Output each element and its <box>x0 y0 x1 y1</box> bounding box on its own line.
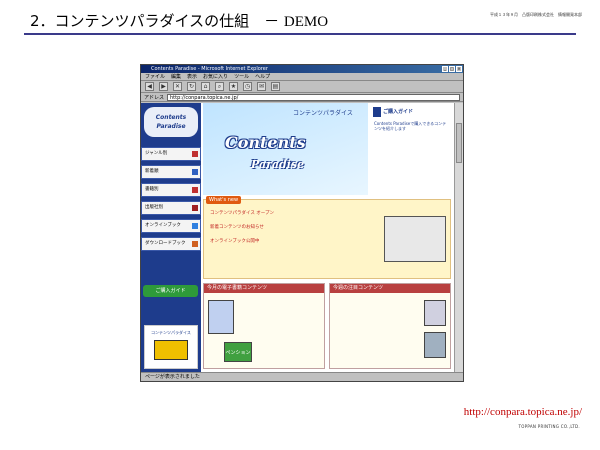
whats-new-tag: What's new <box>206 196 242 204</box>
browser-menubar: ファイル 編集 表示 お気に入り ツール ヘルプ <box>141 73 463 81</box>
address-bar: アドレス http://conpara.topica.ne.jp/ <box>141 93 463 102</box>
side-item-label: オンラインブック <box>145 223 181 228</box>
book-cover-thumbnail[interactable] <box>208 300 234 334</box>
side-item-label: 新着順 <box>145 169 159 174</box>
back-icon[interactable]: ◀ <box>145 82 154 91</box>
banner-logo-paradise: Paradise <box>251 158 305 171</box>
site-logo[interactable]: Contents Paradise <box>144 107 198 137</box>
footer-company: TOPPAN PRINTING CO.,LTD. <box>518 424 580 429</box>
print-icon[interactable]: ▤ <box>271 82 280 91</box>
whats-new-item[interactable]: 新着コンテンツのお知らせ <box>210 224 264 230</box>
whats-new-item[interactable]: コンテンツパラダイス オープン <box>210 210 274 216</box>
book-cover-thumbnail[interactable] <box>424 332 446 358</box>
purchase-guide-header: ご購入ガイド <box>373 107 449 117</box>
purchase-guide-text: Contents Paradiseで購入できるコンテンツを紹介します <box>374 121 447 131</box>
menu-view[interactable]: 表示 <box>187 73 197 80</box>
close-icon[interactable]: × <box>456 66 462 72</box>
thumbnail-label: ペンション <box>225 350 251 356</box>
search-icon[interactable]: ⌕ <box>215 82 224 91</box>
side-item-label: 出版社別 <box>145 205 163 210</box>
side-item-books[interactable]: 書籍別 <box>141 183 201 197</box>
whats-new-panel: What's new コンテンツパラダイス オープン 新着コンテンツのお知らせ … <box>203 196 451 279</box>
side-item-label: ジャンル別 <box>145 151 168 156</box>
footer-url[interactable]: http://conpara.topica.ne.jp/ <box>464 406 582 418</box>
side-item-genre[interactable]: ジャンル別 <box>141 147 201 161</box>
whats-new-screenshot <box>384 216 446 262</box>
browser-window-title: Contents Paradise - Microsoft Internet E… <box>151 66 268 72</box>
home-icon[interactable]: ⌂ <box>201 82 210 91</box>
menu-edit[interactable]: 編集 <box>171 73 181 80</box>
side-promo[interactable]: コンテンツパラダイス <box>144 325 198 369</box>
side-item-new[interactable]: 新着順 <box>141 165 201 179</box>
book-icon <box>192 151 198 157</box>
side-item-label: ダウンロードブック <box>145 241 186 246</box>
book-cover-thumbnail[interactable]: ペンション <box>224 342 252 362</box>
browser-window: Contents Paradise - Microsoft Internet E… <box>140 64 464 382</box>
browser-toolbar: ◀ ▶ ✕ ↻ ⌂ ⌕ ★ ◷ ✉ ▤ <box>141 81 463 93</box>
page-viewport: Contents Paradise ジャンル別 新着順 書籍別 出版社別 オンラ… <box>141 103 455 373</box>
side-promo-label: コンテンツパラダイス <box>151 330 191 335</box>
stop-icon[interactable]: ✕ <box>173 82 182 91</box>
book-icon <box>192 187 198 193</box>
header-meta: 平成１３年９月 凸版印刷株式会社 情報開発本部 <box>490 12 582 17</box>
slide-title: 2．コンテンツパラダイスの仕組 － DEMO <box>30 10 328 31</box>
site-main: コンテンツパラダイス Contents Paradise ご購入ガイド Cont… <box>203 103 453 373</box>
banner-logo-contents: Contents <box>225 133 306 152</box>
menu-favorites[interactable]: お気に入り <box>203 73 228 80</box>
promo-image <box>154 340 188 360</box>
site-side-menu: ジャンル別 新着順 書籍別 出版社別 オンラインブック ダウンロードブック <box>141 147 201 255</box>
mail-icon[interactable]: ✉ <box>257 82 266 91</box>
menu-help[interactable]: ヘルプ <box>255 73 270 80</box>
purchase-guide[interactable]: ご購入ガイド Contents Paradiseで購入できるコンテンツを紹介しま… <box>371 103 451 195</box>
address-label: アドレス <box>144 94 165 101</box>
star-icon <box>192 223 198 229</box>
column-header: 今週の注目コンテンツ <box>330 284 450 293</box>
forward-icon[interactable]: ▶ <box>159 82 168 91</box>
refresh-icon[interactable]: ↻ <box>187 82 196 91</box>
content-column-left: 今月の電子書籍コンテンツ ペンション <box>203 283 325 369</box>
status-bar: ページが表示されました <box>141 372 463 381</box>
favorites-icon[interactable]: ★ <box>229 82 238 91</box>
column-header: 今月の電子書籍コンテンツ <box>204 284 324 293</box>
scrollbar-thumb[interactable] <box>456 123 462 163</box>
content-column-right: 今週の注目コンテンツ <box>329 283 451 369</box>
address-input[interactable]: http://conpara.topica.ne.jp/ <box>167 93 460 101</box>
side-item-download-book[interactable]: ダウンロードブック <box>141 237 201 251</box>
side-guide-button[interactable]: ご購入ガイド <box>143 285 198 297</box>
side-item-label: 書籍別 <box>145 187 159 192</box>
maximize-icon[interactable]: □ <box>449 66 455 72</box>
side-item-publisher[interactable]: 出版社別 <box>141 201 201 215</box>
site-banner: コンテンツパラダイス Contents Paradise <box>203 103 368 195</box>
whats-new-item[interactable]: オンラインブック公開中 <box>210 238 259 244</box>
site-sidebar: Contents Paradise ジャンル別 新着順 書籍別 出版社別 オンラ… <box>141 103 201 373</box>
title-rule <box>24 33 576 35</box>
house-icon <box>192 205 198 211</box>
history-icon[interactable]: ◷ <box>243 82 252 91</box>
book-icon <box>192 169 198 175</box>
book-icon <box>192 241 198 247</box>
slide-title-prefix: 2．コンテンツパラダイスの仕組 － <box>30 12 280 30</box>
browser-titlebar: Contents Paradise - Microsoft Internet E… <box>141 65 463 73</box>
slide-title-demo: DEMO <box>283 14 329 30</box>
book-cover-thumbnail[interactable] <box>424 300 446 326</box>
vertical-scrollbar[interactable] <box>454 103 463 373</box>
side-item-online-book[interactable]: オンラインブック <box>141 219 201 233</box>
banner-caption: コンテンツパラダイス <box>293 110 353 117</box>
menu-file[interactable]: ファイル <box>145 73 165 80</box>
minimize-icon[interactable]: _ <box>442 66 448 72</box>
menu-tools[interactable]: ツール <box>234 73 249 80</box>
